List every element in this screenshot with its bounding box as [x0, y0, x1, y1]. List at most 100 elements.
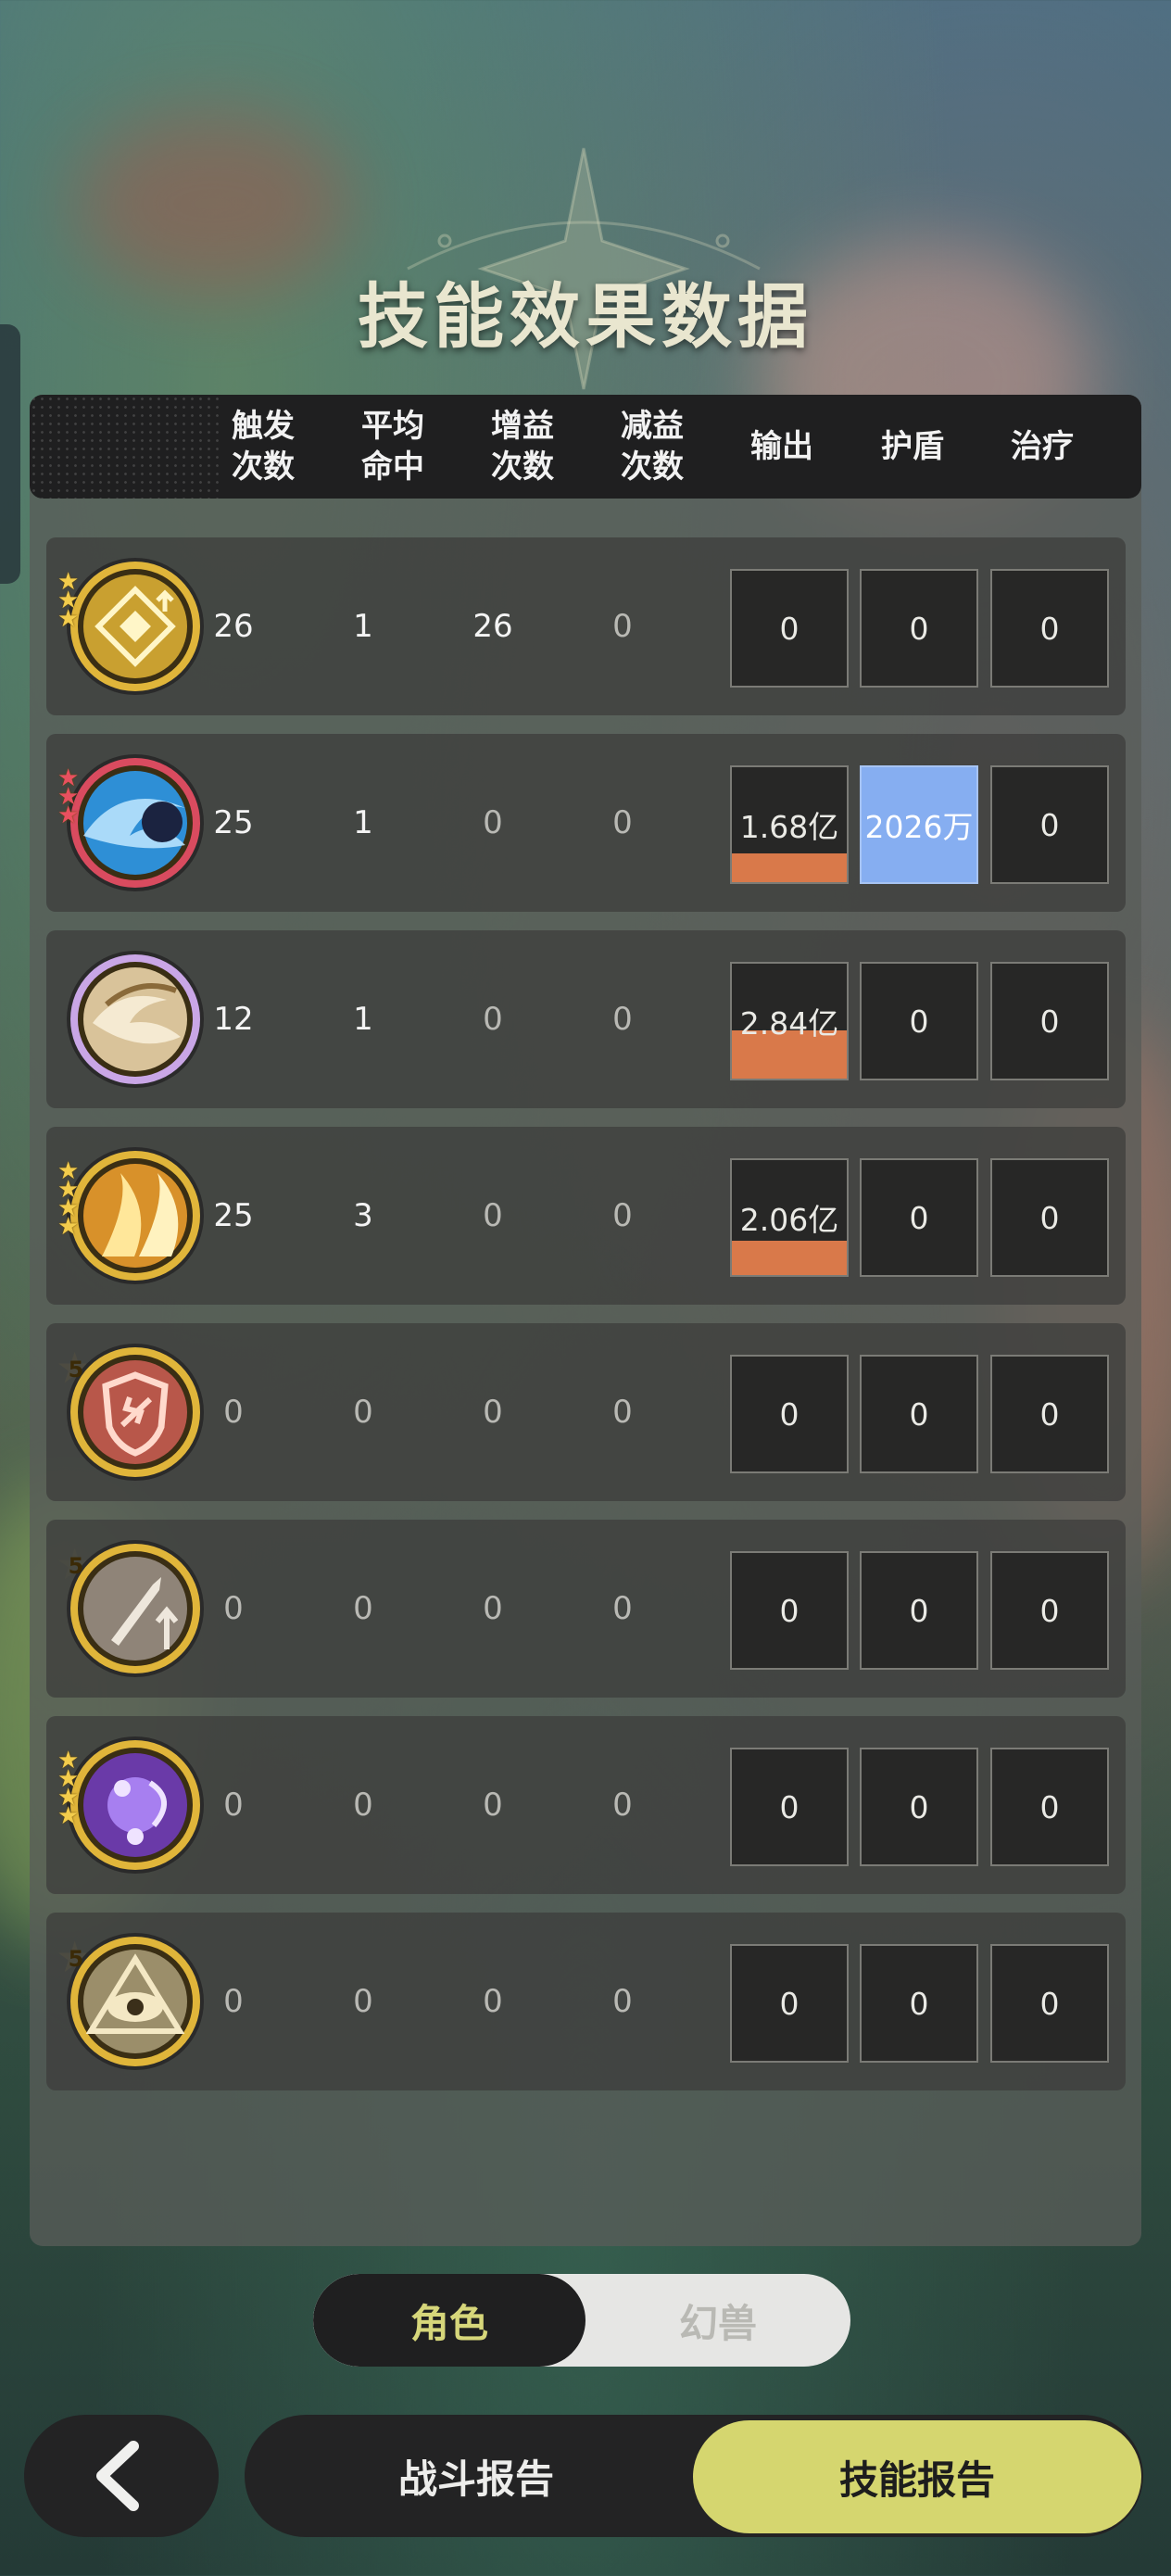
debuff-count: 0	[612, 1983, 633, 2020]
shield-box-value: 0	[909, 1985, 929, 2022]
buff-count: 0	[483, 1394, 503, 1431]
output-box-value: 0	[779, 1395, 800, 1433]
output-box-value: 0	[779, 1788, 800, 1825]
heal-box: 0	[990, 1944, 1109, 2063]
heal-box: 0	[990, 765, 1109, 884]
heal-box: 0	[990, 1355, 1109, 1473]
rank-stars: ★ ★ ★ ★	[57, 1159, 80, 1241]
output-box-value: 0	[779, 1592, 800, 1629]
shield-box-value: 0	[909, 610, 929, 647]
role-toggle[interactable]: 角色 幻兽	[313, 2274, 850, 2367]
back-arrow-icon	[96, 2441, 139, 2511]
toggle-beast[interactable]: 幻兽	[586, 2274, 850, 2367]
avg-hit: 1	[353, 608, 373, 645]
skill-row[interactable]: ★ ★ ★ ★ 0 0 0 0 0 0 0	[46, 1716, 1126, 1894]
heal-box-value: 0	[1039, 1003, 1060, 1040]
output-bar	[732, 1240, 847, 1275]
shield-box: 0	[860, 1944, 978, 2063]
rank-stars: ★ ★ ★	[57, 570, 79, 631]
output-box: 2.06亿	[730, 1158, 849, 1277]
debuff-count: 0	[612, 804, 633, 841]
debuff-count: 0	[612, 608, 633, 645]
shield-box: 0	[860, 1748, 978, 1866]
output-box-value: 2.06亿	[739, 1202, 839, 1238]
heal-box: 0	[990, 1551, 1109, 1670]
shield-box-value: 0	[909, 1592, 929, 1629]
table-header: 触发 次数 平均 命中 增益 次数 减益 次数 输出 护盾 治疗	[30, 395, 1141, 499]
rank-stars: ★ ★ ★	[57, 766, 80, 829]
column-header-heal: 治疗	[1011, 428, 1074, 465]
header-pattern	[30, 395, 224, 499]
skill-row[interactable]: ★ ★ ★ ★ 25 3 0 0 2.06亿 0 0	[46, 1127, 1126, 1305]
star-icon: ★	[57, 1213, 80, 1241]
output-box: 0	[730, 1355, 849, 1473]
column-header-output: 输出	[750, 428, 813, 465]
trigger-count: 25	[213, 1197, 254, 1234]
rank-stars: ★ ★ ★ ★	[57, 1749, 80, 1830]
buff-count: 0	[483, 1197, 503, 1234]
column-header-avg-hit: 平均 命中	[361, 408, 424, 486]
trigger-count: 0	[223, 1394, 244, 1431]
column-header-buff: 增益 次数	[491, 408, 554, 486]
debuff-count: 0	[612, 1001, 633, 1038]
avg-hit: 1	[353, 804, 373, 841]
side-drawer-tab[interactable]	[0, 324, 20, 584]
column-header-shield: 护盾	[881, 428, 944, 465]
output-box: 0	[730, 1944, 849, 2063]
shield-box-value: 0	[909, 1003, 929, 1040]
star-icon: ★	[57, 1802, 80, 1830]
back-button[interactable]	[24, 2415, 219, 2537]
debuff-count: 0	[612, 1590, 633, 1627]
skill-report-button[interactable]: 技能报告	[693, 2420, 1141, 2533]
skill-row[interactable]: 5 0 0 0 0 0 0 0	[46, 1520, 1126, 1698]
trigger-count: 0	[223, 1983, 244, 2020]
heal-box: 0	[990, 1748, 1109, 1866]
output-box: 1.68亿	[730, 765, 849, 884]
heal-box-value: 0	[1039, 1592, 1060, 1629]
heal-box: 0	[990, 1158, 1109, 1277]
rank-badge: 5	[56, 1342, 94, 1394]
output-box-value: 0	[779, 1985, 800, 2022]
shield-box: 2026万	[860, 765, 978, 884]
output-box: 0	[730, 569, 849, 688]
heal-box-value: 0	[1039, 610, 1060, 647]
skill-row[interactable]: 5 0 0 0 0 0 0 0	[46, 1323, 1126, 1501]
debuff-count: 0	[612, 1394, 633, 1431]
shield-box: 0	[860, 1355, 978, 1473]
skill-row[interactable]: ★ ★ ★ 26 1 26 0 0 0 0	[46, 537, 1126, 715]
shield-box-value: 0	[909, 1395, 929, 1433]
output-box: 0	[730, 1748, 849, 1866]
battle-report-button[interactable]: 战斗报告	[245, 2415, 708, 2537]
page-title: 技能效果数据	[358, 275, 813, 358]
skill-row[interactable]: 12 1 0 0 2.84亿 0 0	[46, 930, 1126, 1108]
avg-hit: 0	[353, 1590, 373, 1627]
output-bar	[732, 853, 847, 882]
shield-box: 0	[860, 569, 978, 688]
shield-box: 0	[860, 962, 978, 1080]
avg-hit: 1	[353, 1001, 373, 1038]
shield-box: 0	[860, 1551, 978, 1670]
heal-box: 0	[990, 962, 1109, 1080]
debuff-count: 0	[612, 1197, 633, 1234]
column-header-trigger: 触发 次数	[232, 408, 295, 486]
avg-hit: 0	[353, 1787, 373, 1824]
output-box-value: 0	[779, 610, 800, 647]
debuff-count: 0	[612, 1787, 633, 1824]
buff-count: 26	[472, 608, 513, 645]
star-icon: ★	[57, 802, 80, 829]
heal-box-value: 0	[1039, 1395, 1060, 1433]
shield-box-value: 0	[909, 1199, 929, 1236]
toggle-character[interactable]: 角色	[313, 2274, 586, 2367]
shield-box: 0	[860, 1158, 978, 1277]
rank-badge: 5	[56, 1931, 94, 1983]
buff-count: 0	[483, 804, 503, 841]
rank-badge: 5	[56, 1538, 94, 1590]
heal-box-value: 0	[1039, 1985, 1060, 2022]
heal-box-value: 0	[1039, 1199, 1060, 1236]
column-header-debuff: 减益 次数	[621, 408, 684, 486]
skill-row[interactable]: 5 0 0 0 0 0 0 0	[46, 1913, 1126, 2090]
output-box-value: 1.68亿	[739, 809, 839, 845]
skill-row[interactable]: ★ ★ ★ 25 1 0 0 1.68亿 2026万 0	[46, 734, 1126, 912]
avg-hit: 0	[353, 1394, 373, 1431]
heal-box-value: 0	[1039, 806, 1060, 843]
